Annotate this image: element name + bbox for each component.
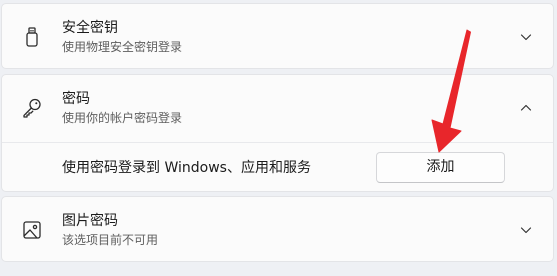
password-subtitle: 使用你的帐户密码登录 <box>62 111 183 125</box>
chevron-down-icon[interactable] <box>519 223 533 237</box>
security-key-title: 安全密钥 <box>62 20 118 36</box>
picture-password-card[interactable]: 图片密码 该选项目前不可用 <box>1 196 554 262</box>
password-setting-text: 使用密码登录到 Windows、应用和服务 <box>62 160 311 176</box>
security-key-subtitle: 使用物理安全密钥登录 <box>62 40 183 54</box>
key-icon <box>20 96 44 120</box>
password-header[interactable]: 密码 使用你的帐户密码登录 <box>2 75 553 141</box>
password-card: 密码 使用你的帐户密码登录 使用密码登录到 Windows、应用和服务 添加 <box>1 74 554 192</box>
picture-password-subtitle: 该选项目前不可用 <box>62 233 159 247</box>
password-title: 密码 <box>62 91 90 107</box>
password-setting-row: 使用密码登录到 Windows、应用和服务 添加 <box>2 143 553 193</box>
picture-password-header[interactable]: 图片密码 该选项目前不可用 <box>2 197 553 263</box>
security-key-header[interactable]: 安全密钥 使用物理安全密钥登录 <box>2 4 553 70</box>
picture-password-title: 图片密码 <box>62 213 118 229</box>
chevron-down-icon[interactable] <box>519 30 533 44</box>
add-password-button[interactable]: 添加 <box>376 152 505 183</box>
usb-key-icon <box>20 25 44 49</box>
chevron-up-icon[interactable] <box>519 101 533 115</box>
picture-icon <box>20 218 44 242</box>
security-key-card[interactable]: 安全密钥 使用物理安全密钥登录 <box>1 3 554 69</box>
